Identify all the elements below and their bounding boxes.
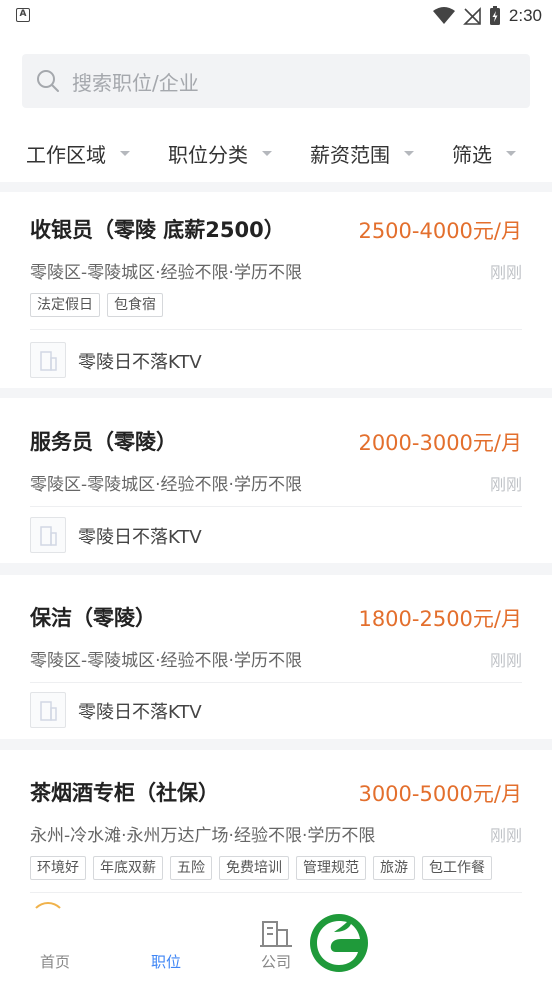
job-time: 刚刚 <box>489 475 522 494</box>
tab-label: 公司 <box>260 953 292 971</box>
job-salary: 2000-3000元/月 <box>358 431 522 455</box>
job-time: 刚刚 <box>489 263 522 282</box>
job-tag: 法定假日 <box>30 293 100 317</box>
company-name[interactable]: 零陵日不落KTV <box>78 523 202 549</box>
company-building-icon <box>40 351 57 371</box>
job-tag: 五险 <box>170 856 212 880</box>
filter-label: 工作区域 <box>26 142 106 167</box>
job-title: 保洁（零陵） <box>30 606 156 630</box>
job-tag: 管理规范 <box>296 856 366 880</box>
job-salary: 1800-2500元/月 <box>358 607 522 631</box>
job-tags: 法定假日 包食宿 <box>30 293 163 317</box>
job-tag: 免费培训 <box>219 856 289 880</box>
company-logo <box>30 342 66 378</box>
filter-label: 筛选 <box>452 142 492 167</box>
caret-down-icon <box>120 150 130 156</box>
job-card[interactable]: 保洁（零陵） 1800-2500元/月 零陵区-零陵城区·经验不限·学历不限 刚… <box>0 575 552 739</box>
job-meta: 零陵区-零陵城区·经验不限·学历不限 <box>30 475 302 495</box>
section-divider <box>0 182 552 192</box>
job-tag: 环境好 <box>30 856 86 880</box>
card-divider <box>30 682 522 683</box>
filter-work-area[interactable]: 工作区域 <box>26 126 130 180</box>
card-divider <box>30 506 522 507</box>
card-divider <box>30 329 522 330</box>
filter-more[interactable]: 筛选 <box>452 126 516 180</box>
filter-label: 职位分类 <box>168 142 248 167</box>
filter-label: 薪资范围 <box>310 142 390 167</box>
company-building-icon <box>40 526 57 546</box>
card-divider <box>30 892 522 893</box>
battery-charging-icon <box>489 6 500 25</box>
bottom-tab-bar: 首页 职位 公司 <box>0 915 552 981</box>
company-name[interactable]: 零陵日不落KTV <box>78 698 202 724</box>
job-meta: 零陵区-零陵城区·经验不限·学历不限 <box>30 651 302 671</box>
company-logo <box>30 692 66 728</box>
job-time: 刚刚 <box>489 826 522 845</box>
job-salary: 2500-4000元/月 <box>358 219 522 243</box>
job-title: 收银员（零陵 底薪2500） <box>30 218 285 242</box>
job-title: 服务员（零陵） <box>30 430 177 454</box>
a-letter-icon: A <box>16 8 30 22</box>
job-meta: 零陵区-零陵城区·经验不限·学历不限 <box>30 263 302 283</box>
company-logo <box>30 517 66 553</box>
job-tag: 旅游 <box>373 856 415 880</box>
search-placeholder: 搜索职位/企业 <box>72 70 199 95</box>
job-tag: 包工作餐 <box>422 856 492 880</box>
search-icon <box>37 70 59 92</box>
job-tag: 包食宿 <box>107 293 163 317</box>
filter-bar: 工作区域 职位分类 薪资范围 筛选 <box>0 126 552 180</box>
filter-job-category[interactable]: 职位分类 <box>168 126 272 180</box>
job-card[interactable]: 茶烟酒专柜（社保） 3000-5000元/月 永州-冷水滩·永州万达广场·经验不… <box>0 750 552 915</box>
no-signal-icon <box>462 7 481 25</box>
tab-label: 职位 <box>150 953 182 971</box>
tab-company[interactable]: 公司 <box>241 915 311 981</box>
wifi-icon <box>432 7 455 24</box>
job-tags: 环境好 年底双薪 五险 免费培训 管理规范 旅游 包工作餐 <box>30 856 492 880</box>
tab-home[interactable]: 首页 <box>20 915 90 981</box>
building-icon <box>260 921 292 947</box>
job-card[interactable]: 收银员（零陵 底薪2500） 2500-4000元/月 零陵区-零陵城区·经验不… <box>0 192 552 388</box>
caret-down-icon <box>262 150 272 156</box>
brand-logo-icon[interactable] <box>308 912 370 974</box>
company-building-icon <box>40 701 57 721</box>
section-divider <box>0 388 552 398</box>
job-meta: 永州-冷水滩·永州万达广场·经验不限·学历不限 <box>30 826 376 846</box>
section-divider <box>0 739 552 750</box>
filter-salary-range[interactable]: 薪资范围 <box>310 126 414 180</box>
search-input[interactable]: 搜索职位/企业 <box>22 54 530 108</box>
job-salary: 3000-5000元/月 <box>358 782 522 806</box>
job-card[interactable]: 服务员（零陵） 2000-3000元/月 零陵区-零陵城区·经验不限·学历不限 … <box>0 398 552 563</box>
job-title: 茶烟酒专柜（社保） <box>30 781 219 805</box>
company-name[interactable]: 零陵日不落KTV <box>78 348 202 374</box>
status-bar: A 2:30 <box>0 0 552 34</box>
tab-label: 首页 <box>39 953 71 971</box>
tab-jobs[interactable]: 职位 <box>131 915 201 981</box>
status-icons: 2:30 <box>432 5 542 27</box>
caret-down-icon <box>404 150 414 156</box>
job-time: 刚刚 <box>489 651 522 670</box>
status-time: 2:30 <box>508 6 542 25</box>
section-divider <box>0 563 552 575</box>
caret-down-icon <box>506 150 516 156</box>
job-tag: 年底双薪 <box>93 856 163 880</box>
